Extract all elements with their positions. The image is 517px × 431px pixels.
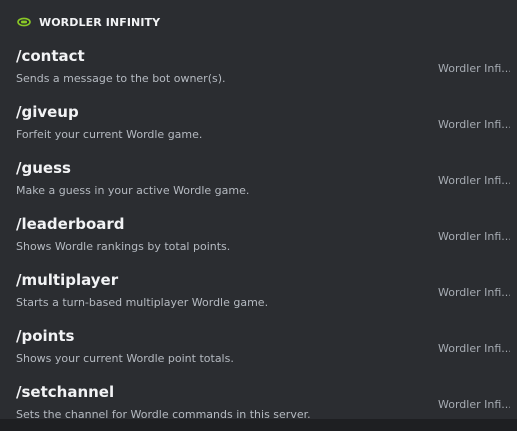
command-description: Shows Wordle rankings by total points.	[16, 240, 231, 253]
command-item-giveup[interactable]: /giveup Forfeit your current Wordle game…	[0, 100, 517, 156]
command-description: Shows your current Wordle point totals.	[16, 352, 234, 365]
command-list: /contact Sends a message to the bot owne…	[0, 44, 517, 431]
command-source-app: Wordler Infi...	[438, 230, 510, 243]
command-source-app: Wordler Infi...	[438, 62, 510, 75]
command-name: /giveup	[16, 103, 79, 121]
command-description: Sends a message to the bot owner(s).	[16, 72, 226, 85]
command-item-guess[interactable]: /guess Make a guess in your active Wordl…	[0, 156, 517, 212]
command-name: /leaderboard	[16, 215, 125, 233]
app-section-title: WORDLER INFINITY	[39, 15, 161, 29]
command-source-app: Wordler Infi...	[438, 342, 510, 355]
wordler-app-icon	[17, 17, 31, 27]
command-description: Make a guess in your active Wordle game.	[16, 184, 250, 197]
command-name: /setchannel	[16, 383, 115, 401]
command-name: /points	[16, 327, 75, 345]
command-source-app: Wordler Infi...	[438, 118, 510, 131]
command-source-app: Wordler Infi...	[438, 174, 510, 187]
command-item-multiplayer[interactable]: /multiplayer Starts a turn-based multipl…	[0, 268, 517, 324]
command-item-points[interactable]: /points Shows your current Wordle point …	[0, 324, 517, 380]
command-name: /multiplayer	[16, 271, 119, 289]
command-autocomplete-panel: WORDLER INFINITY /contact Sends a messag…	[0, 0, 517, 431]
command-source-app: Wordler Infi...	[438, 398, 510, 411]
command-item-leaderboard[interactable]: /leaderboard Shows Wordle rankings by to…	[0, 212, 517, 268]
command-source-app: Wordler Infi...	[438, 286, 510, 299]
command-description: Starts a turn-based multiplayer Wordle g…	[16, 296, 269, 309]
command-item-contact[interactable]: /contact Sends a message to the bot owne…	[0, 44, 517, 100]
command-name: /guess	[16, 159, 71, 177]
app-section-header: WORDLER INFINITY	[0, 0, 517, 44]
command-description: Forfeit your current Wordle game.	[16, 128, 203, 141]
panel-bottom-edge	[0, 419, 517, 431]
command-name: /contact	[16, 47, 85, 65]
